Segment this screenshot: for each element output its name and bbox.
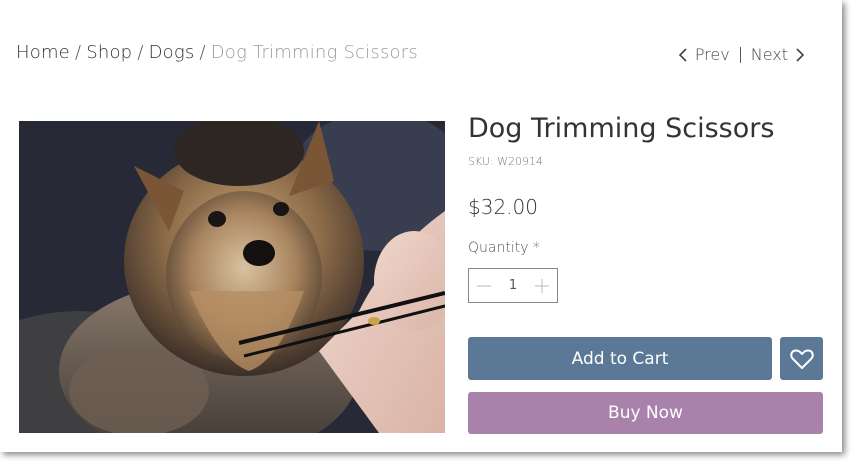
product-price: $32.00 bbox=[468, 195, 538, 219]
pager-divider bbox=[739, 46, 741, 63]
page-frame: Home / Shop / Dogs / Dog Trimming Scissors Pre… bbox=[0, 0, 842, 452]
chevron-left-icon bbox=[677, 47, 689, 63]
prev-link[interactable]: Prev bbox=[677, 45, 730, 64]
product-sku: SKU: W20914 bbox=[468, 155, 544, 168]
plus-icon bbox=[535, 278, 549, 293]
product-title: Dog Trimming Scissors bbox=[468, 113, 775, 144]
quantity-stepper: 1 bbox=[468, 268, 558, 303]
breadcrumb-separator: / bbox=[137, 42, 144, 63]
product-pager: Prev Next bbox=[677, 45, 806, 64]
breadcrumb-dogs[interactable]: Dogs bbox=[149, 42, 195, 63]
quantity-label: Quantity * bbox=[468, 240, 540, 256]
breadcrumb-separator: / bbox=[74, 42, 82, 63]
next-label: Next bbox=[750, 45, 788, 64]
product-image[interactable] bbox=[19, 121, 445, 433]
next-link[interactable]: Next bbox=[751, 45, 806, 64]
prev-label: Prev bbox=[694, 45, 730, 64]
breadcrumb-separator: / bbox=[199, 42, 206, 63]
chevron-right-icon bbox=[794, 47, 806, 63]
breadcrumb-shop[interactable]: Shop bbox=[86, 42, 132, 63]
decrement-button[interactable] bbox=[469, 269, 499, 302]
breadcrumb: Home / Shop / Dogs / Dog Trimming Scissors bbox=[16, 42, 418, 63]
breadcrumb-home[interactable]: Home bbox=[16, 42, 70, 63]
heart-icon bbox=[789, 348, 814, 369]
wishlist-button[interactable] bbox=[780, 337, 823, 380]
breadcrumb-current: Dog Trimming Scissors bbox=[210, 42, 418, 63]
minus-icon bbox=[477, 285, 491, 286]
add-to-cart-button[interactable]: Add to Cart bbox=[468, 337, 772, 380]
product-photo bbox=[19, 121, 445, 433]
increment-button[interactable] bbox=[527, 269, 557, 302]
quantity-input[interactable]: 1 bbox=[509, 278, 517, 293]
buy-now-button[interactable]: Buy Now bbox=[468, 392, 823, 434]
